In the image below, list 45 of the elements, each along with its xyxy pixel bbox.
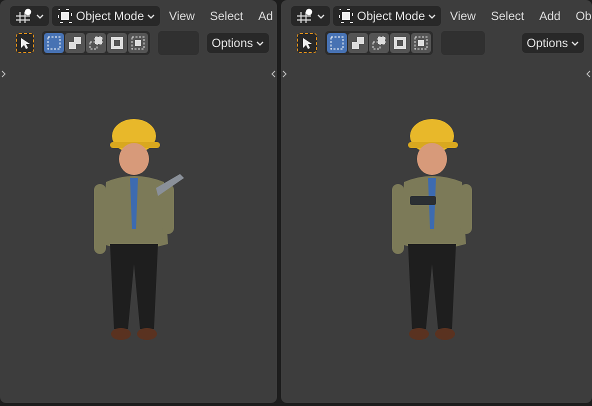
object-mode-icon [338,8,354,24]
caret-icon [256,40,264,46]
caret-icon [147,12,156,20]
caret-icon [571,40,579,46]
selection-mode-button[interactable] [369,33,389,53]
selection-mode-button[interactable] [44,33,64,53]
select-tool-button[interactable] [297,33,317,53]
selection-mode-icon [328,34,346,52]
menu-item[interactable]: View [444,9,482,23]
selection-mode-button[interactable] [86,33,106,53]
options-dropdown[interactable]: Options [522,33,584,53]
menu-item[interactable]: Add [533,9,567,23]
select-tool-button[interactable] [16,33,34,53]
selection-mode-icon [370,34,388,52]
selection-mode-icon [87,34,106,52]
caret-icon [36,12,44,20]
mode-dropdown[interactable]: Object Mode [52,6,160,26]
object-mode-icon [57,8,73,24]
selection-mode-icon [349,34,367,52]
selection-mode-button[interactable] [390,33,410,53]
selection-mode-button[interactable] [107,33,128,53]
selection-mode-icon [391,34,409,52]
selection-mode-icon [45,34,64,52]
menu-item[interactable]: Ob [570,9,592,23]
selection-mode-button[interactable] [128,33,148,53]
viewport-icon [296,8,314,24]
menu-item[interactable]: View [163,9,201,23]
selection-mode-icon [412,34,430,52]
mode-dropdown[interactable]: Object Mode [333,6,442,26]
selection-mode-button[interactable] [348,33,368,53]
viewport-icon [15,8,33,24]
selection-mode-button[interactable] [411,33,431,53]
selection-mode-button[interactable] [327,33,347,53]
menu-item[interactable]: Select [204,9,250,23]
editor-type-dropdown[interactable] [291,6,330,26]
menu-item[interactable]: Ad [252,9,277,23]
options-dropdown[interactable]: Options [206,33,269,53]
cursor-icon [302,37,312,49]
caret-icon [428,12,436,20]
cursor-icon [20,37,30,49]
caret-icon [317,12,325,20]
selection-mode-icon [129,34,148,52]
selection-mode-button[interactable] [65,33,86,53]
menu-item[interactable]: Select [484,9,530,23]
editor-type-dropdown[interactable] [10,6,49,26]
